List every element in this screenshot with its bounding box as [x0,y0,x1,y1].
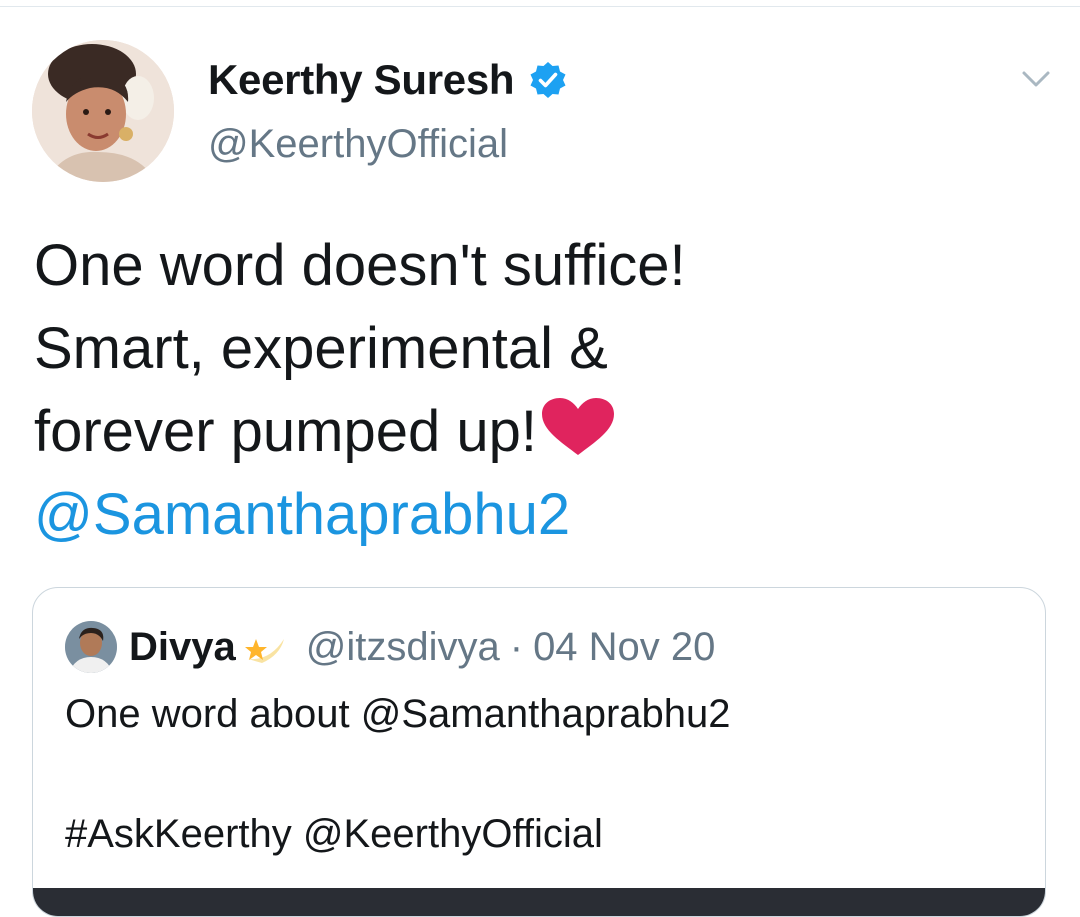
author-name-text: Keerthy Suresh [208,56,515,103]
tweet-text-line: forever pumped up! [34,390,1044,473]
avatar-photo-icon [32,40,174,182]
quoted-tweet-header: Divya @itzsdivya · 04 Nov 20 [65,620,715,674]
tweet-menu-button[interactable] [1016,66,1056,92]
red-heart-icon [541,398,614,455]
quoted-tweet-text: One word about @Samanthaprabhu2 #AskKeer… [65,684,1015,864]
shooting-star-icon [244,639,284,663]
chevron-down-icon [1022,71,1050,87]
quoted-author-handle[interactable]: @itzsdivya [306,625,500,670]
mention-link[interactable]: @Samanthaprabhu2 [34,473,1044,556]
author-name[interactable]: Keerthy Suresh [208,56,568,104]
quoted-author-avatar[interactable] [65,621,117,673]
quoted-text-line: One word about @Samanthaprabhu2 [65,692,731,736]
top-divider [0,6,1080,7]
quoted-media-preview[interactable] [33,888,1045,916]
author-avatar[interactable] [32,40,174,182]
verified-badge-icon [528,60,568,100]
tweet-text: One word doesn't suffice! Smart, experim… [34,224,1044,556]
tweet-text-segment: forever pumped up! [34,399,537,464]
author-handle[interactable]: @KeerthyOfficial [208,122,508,167]
quoted-author-name[interactable]: Divya [129,625,236,670]
separator-dot: · [509,624,524,669]
quoted-text-line [65,744,1015,804]
quoted-tweet-card[interactable]: Divya @itzsdivya · 04 Nov 20 One word ab… [32,587,1046,917]
quoted-text-line: #AskKeerthy @KeerthyOfficial [65,812,603,856]
tweet-text-line: Smart, experimental & [34,316,608,381]
avatar-photo-icon [65,621,117,673]
quoted-tweet-date[interactable]: 04 Nov 20 [533,625,715,670]
tweet-text-line: One word doesn't suffice! [34,233,686,298]
